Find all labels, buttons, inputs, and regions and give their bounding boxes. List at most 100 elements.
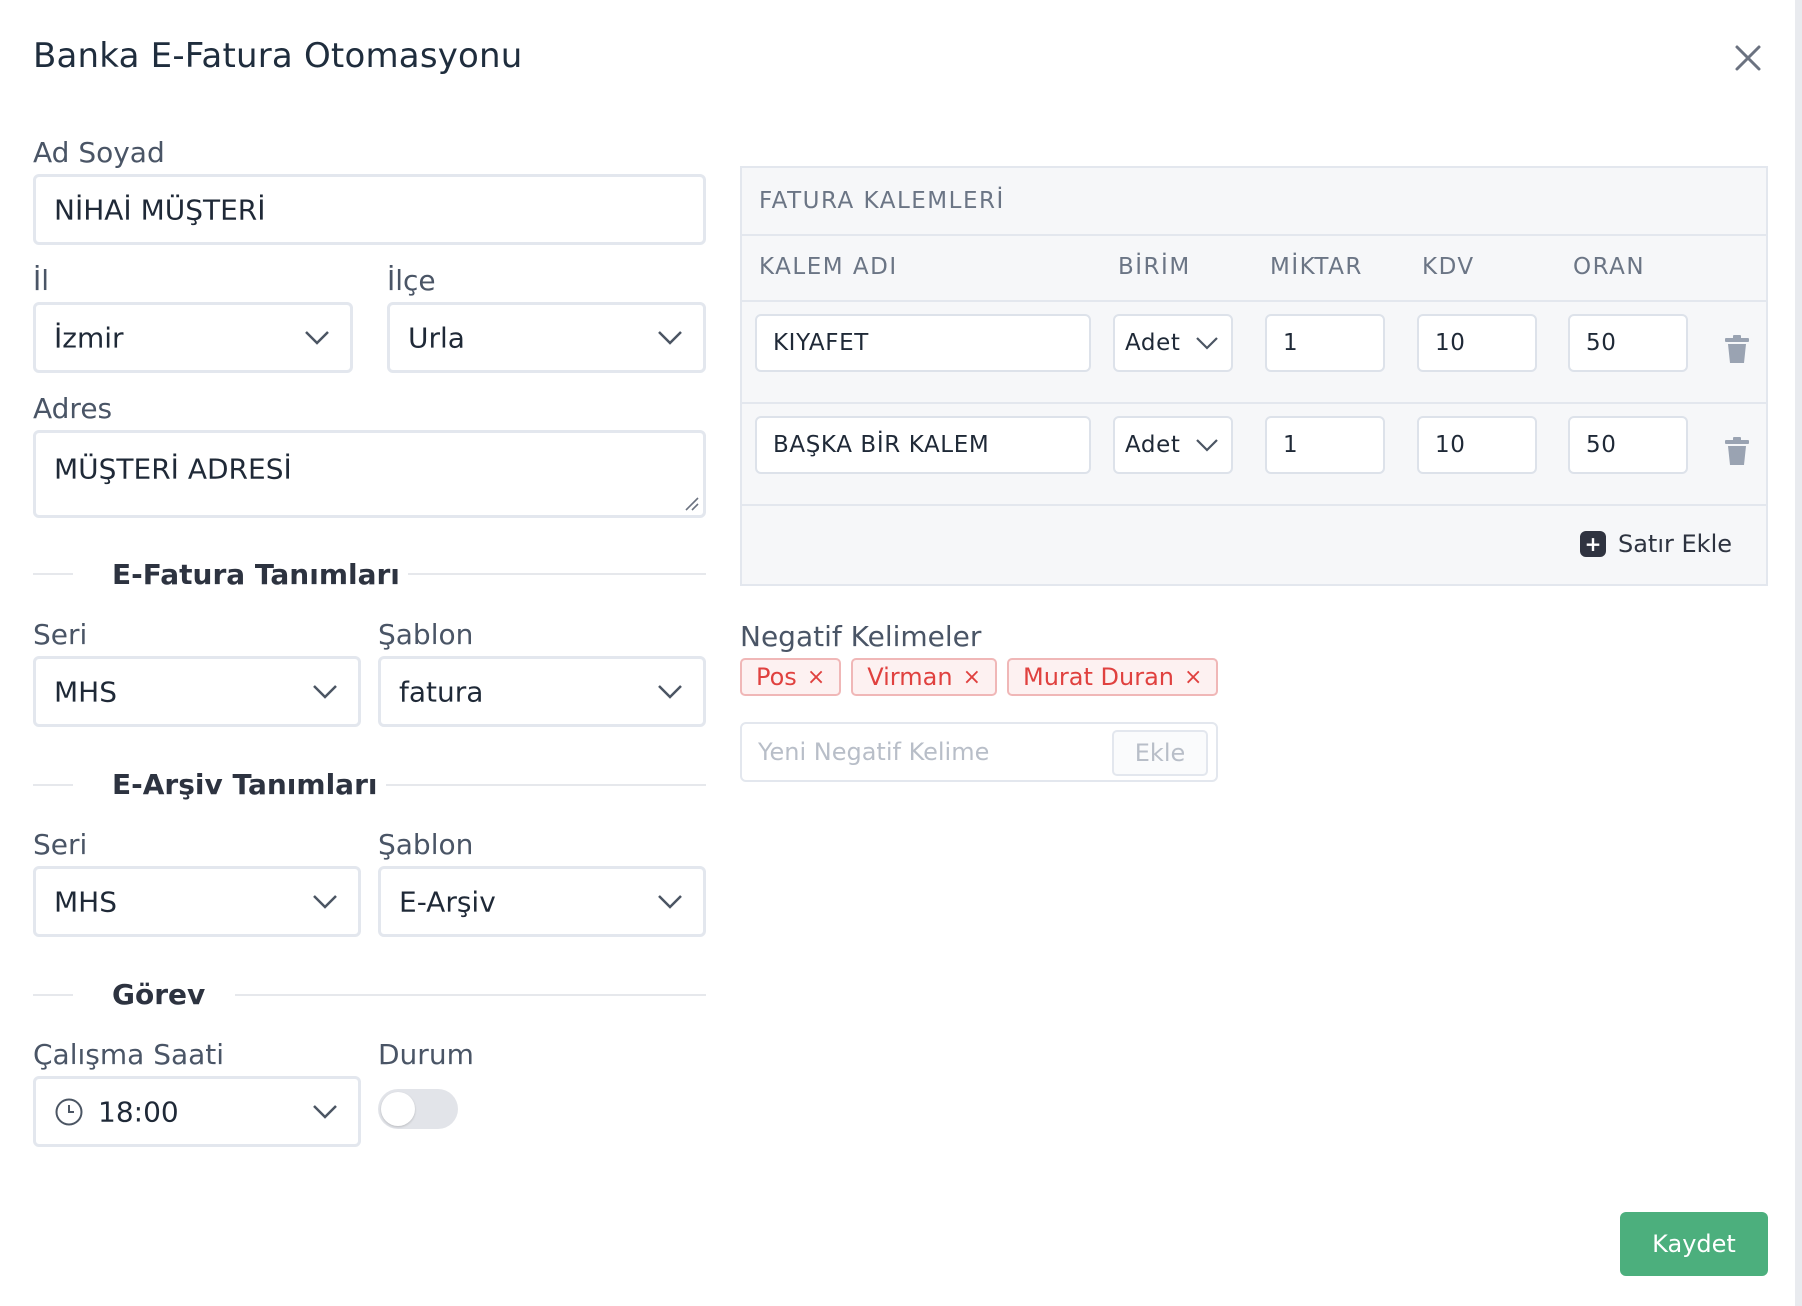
- efatura-series-select[interactable]: MHS: [33, 656, 361, 727]
- invoice-items-title: FATURA KALEMLERİ: [759, 188, 1005, 214]
- column-header-vat: KDV: [1422, 254, 1475, 280]
- task-section-title: Görev: [112, 978, 206, 1011]
- efatura-template-value: fatura: [399, 675, 484, 708]
- earsiv-section-title: E-Arşiv Tanımları: [112, 768, 378, 801]
- divider: [742, 402, 1766, 404]
- work-time-select[interactable]: 18:00: [33, 1076, 361, 1147]
- item-rate-input[interactable]: 50: [1568, 416, 1688, 474]
- earsiv-template-select[interactable]: E-Arşiv: [378, 866, 706, 937]
- district-label: İlçe: [387, 264, 436, 297]
- work-time-label: Çalışma Saati: [33, 1038, 225, 1071]
- trash-icon[interactable]: [1724, 436, 1750, 466]
- add-row-label: Satır Ekle: [1617, 530, 1732, 558]
- plus-icon: +: [1579, 531, 1606, 557]
- chevron-down-icon: [657, 894, 683, 910]
- negative-words-label: Negatif Kelimeler: [740, 620, 982, 653]
- earsiv-series-value: MHS: [54, 885, 117, 918]
- divider: [33, 573, 73, 575]
- chevron-down-icon: [657, 684, 683, 700]
- item-quantity-value: 1: [1283, 330, 1299, 356]
- item-vat-input[interactable]: 10: [1417, 314, 1537, 372]
- invoice-items-panel: FATURA KALEMLERİ KALEM ADI BİRİM MİKTAR …: [740, 166, 1768, 586]
- tag-label: Murat Duran: [1023, 663, 1175, 691]
- city-select[interactable]: İzmir: [33, 302, 353, 373]
- efatura-series-label: Seri: [33, 618, 88, 651]
- tag-label: Virman: [867, 663, 953, 691]
- item-name-input[interactable]: KIYAFET: [755, 314, 1091, 372]
- efatura-template-select[interactable]: fatura: [378, 656, 706, 727]
- divider: [33, 784, 73, 786]
- city-value: İzmir: [54, 321, 124, 354]
- item-rate-value: 50: [1586, 330, 1617, 356]
- district-value: Urla: [408, 321, 465, 354]
- negative-word-tag: Pos ×: [740, 658, 842, 696]
- resize-handle-icon[interactable]: [683, 495, 699, 511]
- chevron-down-icon: [312, 894, 338, 910]
- negative-word-tag: Murat Duran ×: [1007, 658, 1219, 696]
- item-unit-value: Adet: [1125, 432, 1181, 458]
- chevron-down-icon: [1195, 438, 1219, 452]
- item-quantity-input[interactable]: 1: [1265, 314, 1385, 372]
- item-name-input[interactable]: BAŞKA BİR KALEM: [755, 416, 1091, 474]
- divider: [386, 784, 706, 786]
- column-header-item-name: KALEM ADI: [759, 254, 898, 280]
- save-button[interactable]: Kaydet: [1620, 1212, 1768, 1276]
- column-header-rate: ORAN: [1573, 254, 1646, 280]
- add-row-button[interactable]: + Satır Ekle: [1579, 530, 1732, 558]
- item-unit-select[interactable]: Adet: [1113, 314, 1233, 372]
- chevron-down-icon: [312, 1104, 338, 1120]
- address-textarea[interactable]: MÜŞTERİ ADRESİ: [33, 430, 706, 518]
- tag-label: Pos: [756, 663, 797, 691]
- negative-words-tags: Pos × Virman × Murat Duran ×: [740, 658, 1219, 696]
- divider: [742, 234, 1766, 236]
- earsiv-template-label: Şablon: [378, 828, 474, 861]
- work-time-value: 18:00: [98, 1095, 179, 1128]
- item-vat-value: 10: [1435, 330, 1466, 356]
- chevron-down-icon: [1195, 336, 1219, 350]
- address-label: Adres: [33, 392, 113, 425]
- dialog-title: Banka E-Fatura Otomasyonu: [33, 36, 523, 76]
- efatura-series-value: MHS: [54, 675, 117, 708]
- close-icon: [1735, 45, 1761, 71]
- item-quantity-input[interactable]: 1: [1265, 416, 1385, 474]
- item-rate-value: 50: [1586, 432, 1617, 458]
- earsiv-template-value: E-Arşiv: [399, 885, 496, 918]
- chevron-down-icon: [304, 330, 330, 346]
- new-negative-word-placeholder: Yeni Negatif Kelime: [758, 738, 990, 766]
- efatura-template-label: Şablon: [378, 618, 474, 651]
- status-toggle[interactable]: [378, 1089, 458, 1129]
- close-button[interactable]: [1728, 38, 1768, 78]
- trash-icon[interactable]: [1724, 334, 1750, 364]
- item-name-value: BAŞKA BİR KALEM: [773, 432, 990, 458]
- item-vat-value: 10: [1435, 432, 1466, 458]
- name-input[interactable]: NİHAİ MÜŞTERİ: [33, 174, 706, 245]
- item-vat-input[interactable]: 10: [1417, 416, 1537, 474]
- scrollbar-track[interactable]: [1795, 0, 1802, 1306]
- item-unit-value: Adet: [1125, 330, 1181, 356]
- divider: [742, 300, 1766, 302]
- divider: [33, 994, 73, 996]
- name-label: Ad Soyad: [33, 136, 165, 169]
- name-value: NİHAİ MÜŞTERİ: [54, 193, 266, 226]
- city-label: İl: [33, 264, 50, 297]
- column-header-quantity: MİKTAR: [1270, 254, 1363, 280]
- divider: [408, 573, 706, 575]
- earsiv-series-select[interactable]: MHS: [33, 866, 361, 937]
- new-negative-word-input[interactable]: Yeni Negatif Kelime Ekle: [740, 722, 1218, 782]
- item-unit-select[interactable]: Adet: [1113, 416, 1233, 474]
- district-select[interactable]: Urla: [387, 302, 706, 373]
- earsiv-series-label: Seri: [33, 828, 88, 861]
- close-icon[interactable]: ×: [807, 665, 825, 690]
- toggle-knob: [381, 1092, 415, 1126]
- close-icon[interactable]: ×: [963, 665, 981, 690]
- clock-icon: [54, 1097, 84, 1127]
- close-icon[interactable]: ×: [1184, 665, 1202, 690]
- modal-dialog: Banka E-Fatura Otomasyonu Ad Soyad NİHAİ…: [0, 0, 1802, 1306]
- add-negative-word-button[interactable]: Ekle: [1112, 730, 1208, 776]
- divider: [742, 504, 1766, 506]
- item-quantity-value: 1: [1283, 432, 1299, 458]
- item-name-value: KIYAFET: [773, 330, 869, 356]
- chevron-down-icon: [312, 684, 338, 700]
- chevron-down-icon: [657, 330, 683, 346]
- item-rate-input[interactable]: 50: [1568, 314, 1688, 372]
